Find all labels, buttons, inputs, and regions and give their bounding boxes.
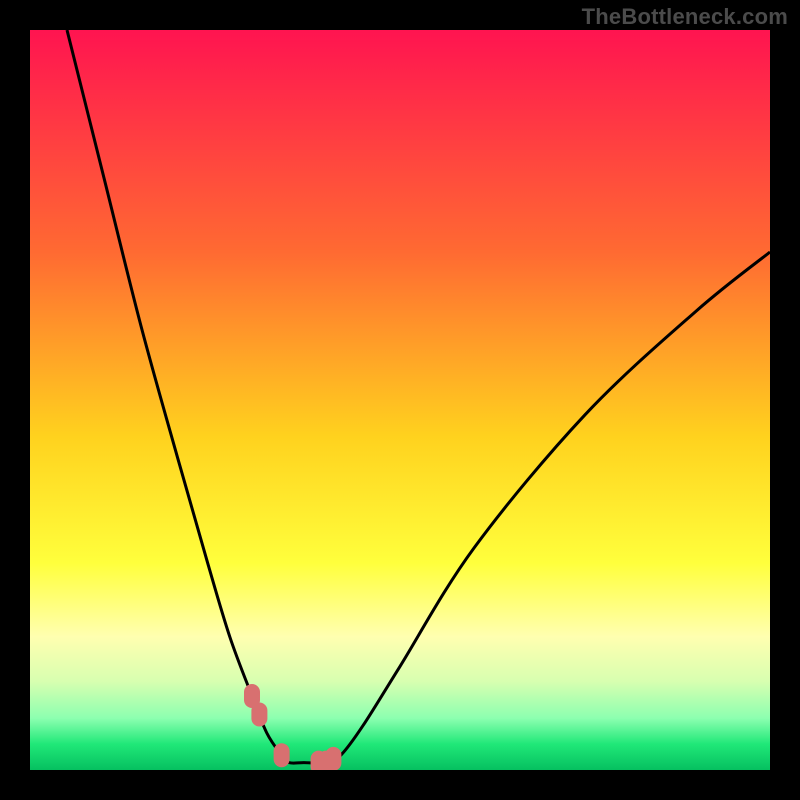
curve-marker bbox=[274, 743, 290, 767]
chart-frame: TheBottleneck.com bbox=[0, 0, 800, 800]
curve-marker bbox=[325, 747, 341, 770]
chart-svg bbox=[30, 30, 770, 770]
gradient-background bbox=[30, 30, 770, 770]
watermark-text: TheBottleneck.com bbox=[582, 4, 788, 30]
plot-area bbox=[30, 30, 770, 770]
curve-marker bbox=[251, 703, 267, 727]
